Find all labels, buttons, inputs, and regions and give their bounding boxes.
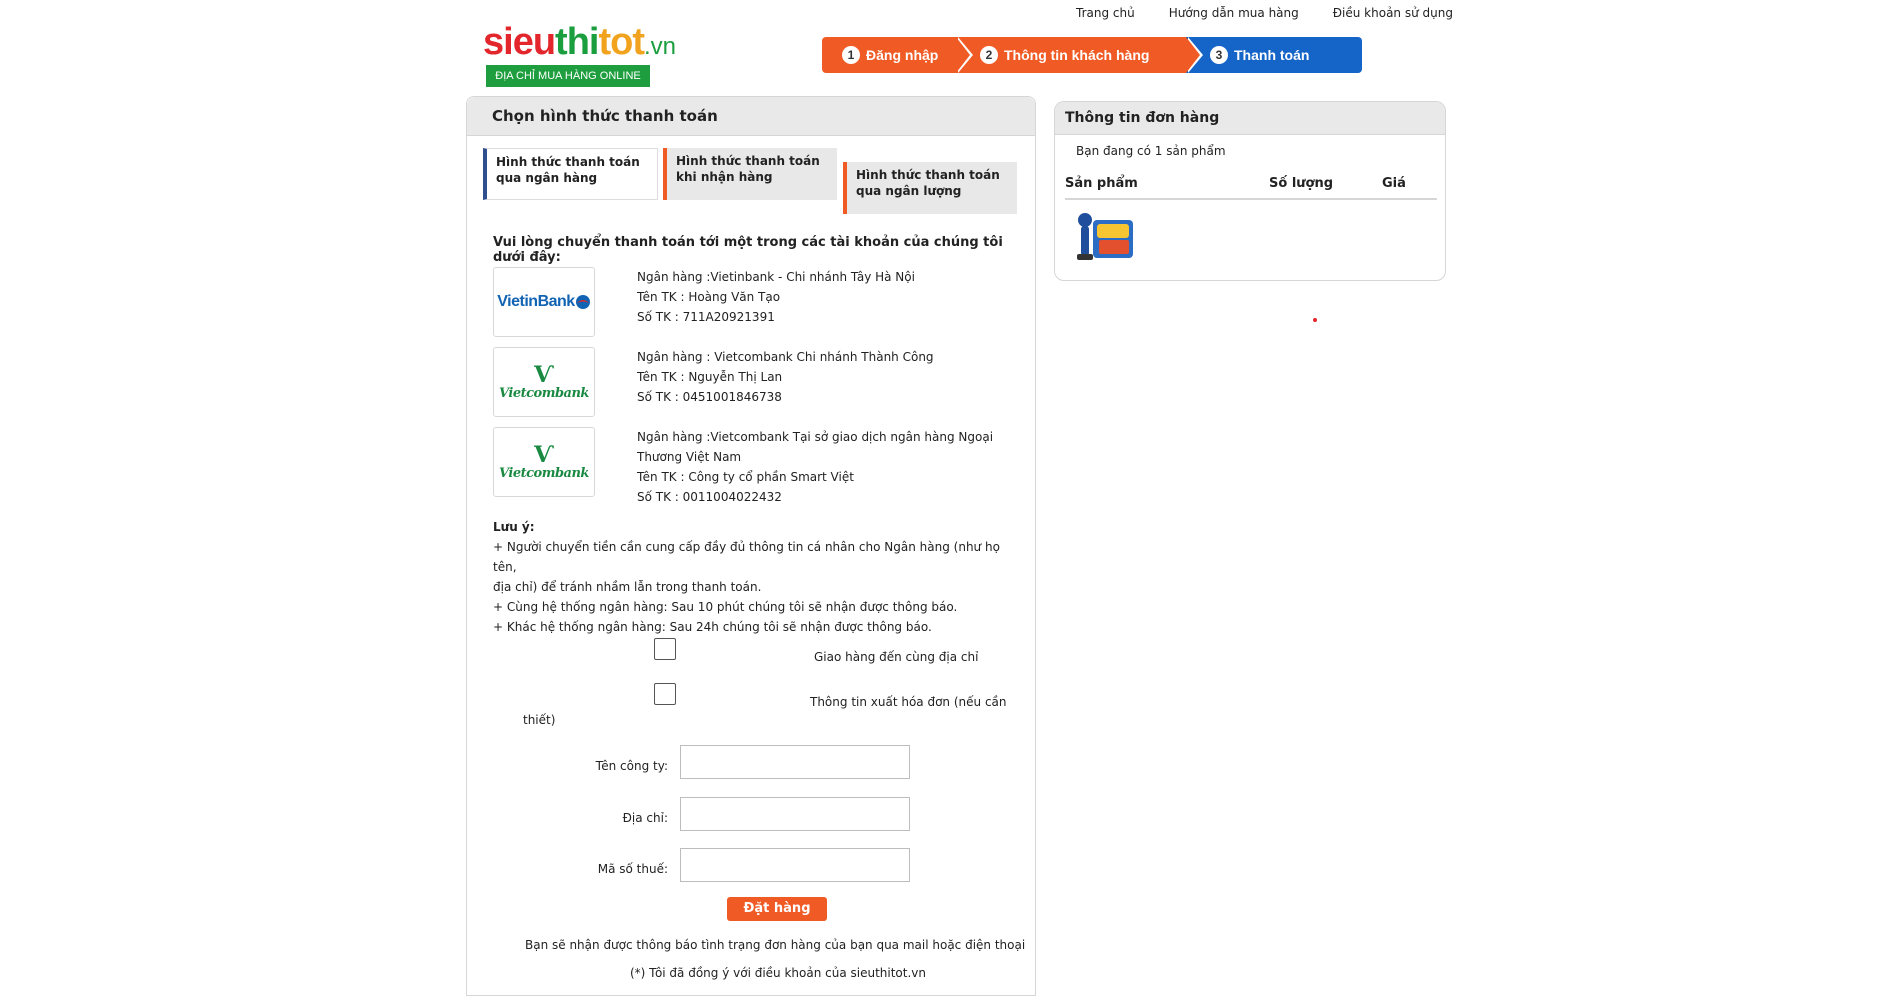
vietcombank-logo: Ѵ Vietcombank xyxy=(493,427,595,497)
bank-name: Ngân hàng :Vietcombank Tại sở giao dịch … xyxy=(637,430,994,444)
logo-domain: .vn xyxy=(644,33,677,60)
vietinbank-logo: VietinBank xyxy=(493,267,595,337)
account-holder: Tên TK : Công ty cổ phần Smart Việt xyxy=(637,470,854,484)
bank-name: Ngân hàng : Vietcombank Chi nhánh Thành … xyxy=(637,350,934,364)
bank-account-vietcombank-1: Ѵ Vietcombank Ngân hàng : Vietcombank Ch… xyxy=(493,347,1023,419)
payment-tabs: Hình thức thanh toán qua ngân hàng Hình … xyxy=(483,148,1023,218)
order-info-title: Thông tin đơn hàng xyxy=(1055,102,1445,135)
payment-note: Lưu ý: + Người chuyển tiền cần cung cấp … xyxy=(493,517,1013,637)
step-number: 1 xyxy=(842,46,860,64)
payment-panel-title: Chọn hình thức thanh toán xyxy=(467,97,1035,136)
step-label: Thông tin khách hàng xyxy=(1004,47,1150,63)
account-number: Số TK : 0451001846738 xyxy=(637,390,782,404)
same-address-label: Giao hàng đến cùng địa chỉ xyxy=(814,650,979,664)
bank-name-continued: Thương Việt Nam xyxy=(637,450,742,464)
note-line: + Khác hệ thống ngân hàng: Sau 24h chúng… xyxy=(493,620,932,634)
bank-account-vietcombank-2: Ѵ Vietcombank Ngân hàng :Vietcombank Tại… xyxy=(493,427,1023,513)
logo-part-tot: tot xyxy=(598,21,645,63)
address-input[interactable] xyxy=(680,797,910,831)
tab-nganluong[interactable]: Hình thức thanh toán qua ngân lượng xyxy=(843,162,1017,214)
terms-link[interactable]: Điều khoản sử dụng xyxy=(1333,6,1453,20)
vietcombank-logo-text: Vietcombank xyxy=(499,385,589,401)
invoice-label: Thông tin xuất hóa đơn (nếu cần xyxy=(810,695,1007,709)
site-logo[interactable]: sieuthitot.vn ĐỊA CHỈ MUA HÀNG ONLINE xyxy=(483,21,676,88)
tax-code-input[interactable] xyxy=(680,848,910,882)
step-label: Đăng nhập xyxy=(866,47,939,63)
checkout-steps: 1 Đăng nhập 2 Thông tin khách hàng 3 Thanh … xyxy=(822,37,1362,73)
guide-link[interactable]: Hướng dẫn mua hàng xyxy=(1169,6,1299,20)
cart-count: Bạn đang có 1 sản phẩm xyxy=(1076,144,1226,158)
payment-panel: Chọn hình thức thanh toán Hình thức than… xyxy=(466,96,1036,996)
col-product: Sản phẩm xyxy=(1065,176,1138,191)
vietinbank-logo-text: VietinBank xyxy=(497,293,575,310)
step-customer-info[interactable]: 2 Thông tin khách hàng xyxy=(956,37,1203,73)
order-notification-text: Bạn sẽ nhận được thông báo tình trạng đơ… xyxy=(525,938,1026,952)
invoice-label-continued: thiết) xyxy=(523,713,556,727)
tab-cash-on-delivery[interactable]: Hình thức thanh toán khi nhận hàng xyxy=(663,148,837,200)
step-label: Thanh toán xyxy=(1234,47,1310,63)
vietcombank-mark-icon: Ѵ xyxy=(533,361,555,388)
step-payment[interactable]: 3 Thanh toán xyxy=(1186,37,1362,73)
product-thumbnail[interactable] xyxy=(1071,210,1135,266)
account-number: Số TK : 711A20921391 xyxy=(637,310,775,324)
address-label: Địa chỉ: xyxy=(622,811,668,825)
step-login[interactable]: 1 Đăng nhập xyxy=(822,37,973,73)
note-title: Lưu ý: xyxy=(493,520,535,534)
vietcombank-logo-text: Vietcombank xyxy=(499,465,589,481)
invoice-checkbox[interactable] xyxy=(654,683,676,705)
home-link[interactable]: Trang chủ xyxy=(1076,6,1135,20)
step-number: 2 xyxy=(980,46,998,64)
company-name-input[interactable] xyxy=(680,745,910,779)
top-links: Trang chủ Hướng dẫn mua hàng Điều khoản … xyxy=(1076,6,1487,20)
vietcombank-mark-icon: Ѵ xyxy=(533,441,555,468)
order-info-panel: Thông tin đơn hàng Bạn đang có 1 sản phẩ… xyxy=(1054,101,1446,281)
payment-instruction: Vui lòng chuyển thanh toán tới một trong… xyxy=(493,235,1003,265)
account-holder: Tên TK : Hoàng Văn Tạo xyxy=(637,290,781,304)
logo-tagline: ĐỊA CHỈ MUA HÀNG ONLINE xyxy=(486,65,650,87)
bank-info: Ngân hàng :Vietcombank Tại sở giao dịch … xyxy=(637,427,1017,507)
step-arrow xyxy=(956,37,970,73)
same-address-checkbox[interactable] xyxy=(654,638,676,660)
note-line: + Cùng hệ thống ngân hàng: Sau 10 phút c… xyxy=(493,600,958,614)
account-number: Số TK : 0011004022432 xyxy=(637,490,782,504)
product-image-icon xyxy=(1077,213,1133,260)
bank-info: Ngân hàng :Vietinbank - Chi nhánh Tây Hà… xyxy=(637,267,1017,327)
red-dot-marker xyxy=(1313,318,1317,322)
vietcombank-logo: Ѵ Vietcombank xyxy=(493,347,595,417)
step-number: 3 xyxy=(1210,46,1228,64)
step-arrow xyxy=(1186,37,1200,73)
logo-part-sieu: sieu xyxy=(483,21,556,63)
place-order-button[interactable]: Đặt hàng xyxy=(727,897,827,921)
col-price: Giá xyxy=(1382,176,1406,191)
bank-name: Ngân hàng :Vietinbank - Chi nhánh Tây Hà… xyxy=(637,270,915,284)
vietinbank-logo-icon xyxy=(575,295,590,309)
company-name-label: Tên công ty: xyxy=(595,759,668,773)
order-table-header: Sản phẩm Số lượng Giá xyxy=(1065,176,1437,200)
bank-info: Ngân hàng : Vietcombank Chi nhánh Thành … xyxy=(637,347,1017,407)
account-holder: Tên TK : Nguyễn Thị Lan xyxy=(637,370,783,384)
note-line: địa chỉ) để tránh nhầm lẫn trong thanh t… xyxy=(493,580,762,594)
tab-bank-transfer[interactable]: Hình thức thanh toán qua ngân hàng xyxy=(483,148,658,200)
note-line: + Người chuyển tiền cần cung cấp đầy đủ … xyxy=(493,540,1000,574)
col-quantity: Số lượng xyxy=(1269,176,1334,191)
bank-account-vietinbank: VietinBank Ngân hàng :Vietinbank - Chi n… xyxy=(493,267,1023,339)
tax-code-label: Mã số thuế: xyxy=(597,862,668,876)
logo-part-thi: thi xyxy=(555,21,599,63)
terms-agreement-text[interactable]: (*) Tôi đã đồng ý với điều khoản của sie… xyxy=(630,966,926,980)
